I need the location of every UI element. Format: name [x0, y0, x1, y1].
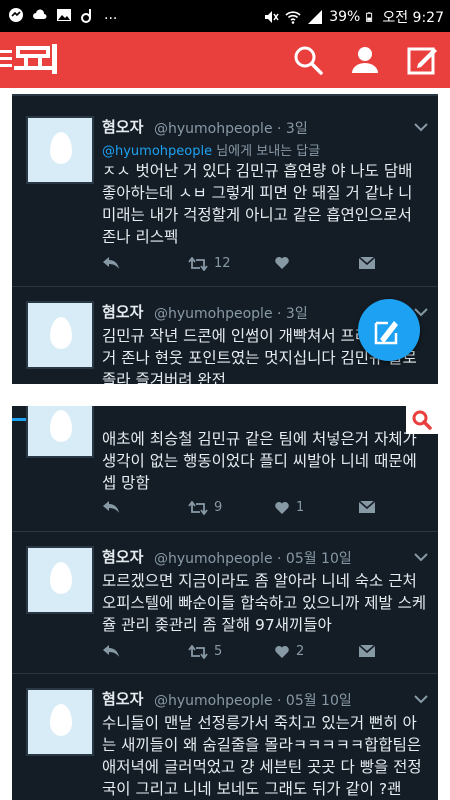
tweet[interactable]: 애초에 최승철 김민규 같은 팀에 처넣은거 자체가 생각이 없는 행동이었다 … — [12, 406, 438, 531]
chevron-down-icon[interactable] — [414, 552, 428, 562]
reply-mention[interactable]: @hyumohpeople — [102, 144, 212, 159]
reply-icon — [103, 645, 119, 657]
dm-action[interactable] — [358, 500, 376, 514]
search-badge[interactable] — [406, 406, 438, 434]
tweet-text: 애초에 최승철 김민규 같은 팀에 처넣은거 자체가 생각이 없는 행동이었다 … — [102, 430, 417, 492]
retweet-action[interactable]: 9 — [188, 500, 222, 515]
display-name[interactable]: 혐오자 — [102, 116, 143, 137]
search-icon — [412, 410, 432, 430]
avatar[interactable] — [26, 406, 94, 458]
retweet-action[interactable]: 5 — [188, 644, 222, 659]
tweet-screenshot-2: 애초에 최승철 김민규 같은 팀에 처넣은거 자체가 생각이 없는 행동이었다 … — [12, 406, 438, 800]
retweet-count: 9 — [214, 500, 223, 515]
tweet-text: ㅈㅅ 벗어난 거 있다 김민규 흡연량 야 나도 담배 좋아하는데 ㅅㅂ 그렇게… — [102, 162, 413, 246]
heart-icon — [275, 645, 289, 658]
cloud-icon — [33, 9, 47, 19]
dm-action[interactable] — [358, 644, 376, 658]
reply-action[interactable] — [102, 500, 120, 514]
handle-and-time: @hyumohpeople · 3일 — [154, 306, 308, 322]
like-action[interactable]: 2 — [274, 644, 304, 659]
battery-percent: 39% — [329, 9, 361, 25]
egg-avatar-icon — [50, 317, 72, 349]
envelope-icon — [358, 644, 376, 657]
retweet-icon — [188, 644, 208, 659]
avatar[interactable] — [26, 688, 94, 756]
search-icon[interactable] — [292, 44, 324, 76]
music-icon — [81, 9, 91, 23]
avatar[interactable] — [26, 546, 94, 614]
wifi-icon — [285, 11, 301, 24]
reply-action[interactable] — [102, 256, 120, 270]
egg-avatar-icon — [50, 410, 72, 442]
reply-icon — [103, 257, 119, 269]
image-icon — [57, 9, 71, 21]
handle-and-time: @hyumohpeople · 3일 — [154, 121, 308, 137]
envelope-icon — [358, 500, 376, 513]
profile-icon[interactable] — [349, 44, 381, 76]
avatar[interactable] — [26, 301, 94, 369]
heart-icon — [275, 501, 289, 514]
retweet-count: 12 — [214, 256, 231, 271]
envelope-icon — [358, 256, 376, 269]
tweet[interactable]: 혐오자 @hyumohpeople · 05월 10일 모르겠으면 지금이라도 … — [12, 531, 438, 673]
signal-icon — [308, 10, 323, 24]
tweet-text: 모르겠으면 지금이라도 좀 알아라 니네 숙소 근처 오피스텔에 빠순이들 합숙… — [102, 572, 427, 634]
avatar[interactable] — [26, 116, 94, 184]
mute-icon — [265, 11, 279, 23]
like-count: 2 — [296, 644, 305, 659]
egg-avatar-icon — [50, 704, 72, 736]
status-dots: ... — [104, 7, 118, 23]
display-name[interactable]: 혐오자 — [102, 688, 143, 709]
like-count: 1 — [296, 500, 305, 515]
reply-to-line: @hyumohpeople 님에게 보내는 답글 — [102, 140, 320, 159]
battery-icon — [366, 12, 373, 22]
tweet[interactable]: 혐오자 @hyumohpeople · 3일 @hyumohpeople 님에게… — [12, 94, 438, 286]
dm-action[interactable] — [358, 256, 376, 270]
retweet-icon — [188, 256, 208, 271]
handle-and-time: @hyumohpeople · 05월 10일 — [154, 693, 352, 709]
reply-action[interactable] — [102, 644, 120, 658]
tweet-actions: 9 1 — [102, 500, 402, 520]
tweet-actions: 12 — [102, 256, 402, 276]
app-logo[interactable] — [0, 40, 60, 80]
tweet[interactable]: 혐오자 @hyumohpeople · 05월 10일 수니들이 맨날 선정릉가… — [12, 673, 438, 800]
egg-avatar-icon — [50, 132, 72, 164]
chevron-down-icon[interactable] — [414, 122, 428, 132]
heart-icon — [275, 257, 289, 269]
compose-icon[interactable] — [406, 44, 438, 76]
egg-avatar-icon — [50, 562, 72, 594]
compose-tweet-button[interactable] — [358, 299, 420, 361]
reply-suffix: 님에게 보내는 답글 — [212, 144, 321, 159]
like-action[interactable]: 1 — [274, 500, 304, 515]
status-bar: ... 39% 오전 9:27 — [0, 0, 450, 32]
display-name[interactable]: 혐오자 — [102, 301, 143, 322]
app-bar — [0, 32, 450, 88]
tweet-text: 수니들이 맨날 선정릉가서 죽치고 있는거 뻔히 아는 새끼들이 왜 숨길줄을 … — [102, 714, 422, 798]
retweet-count: 5 — [214, 644, 223, 659]
clock: 오전 9:27 — [382, 10, 444, 26]
messenger-icon — [9, 8, 23, 22]
retweet-icon — [188, 500, 208, 515]
reply-icon — [103, 501, 119, 513]
handle-and-time: @hyumohpeople · 05월 10일 — [154, 551, 352, 567]
like-action[interactable] — [274, 256, 290, 270]
retweet-action[interactable]: 12 — [188, 256, 231, 271]
quill-icon — [374, 321, 398, 345]
display-name[interactable]: 혐오자 — [102, 546, 143, 567]
chevron-down-icon[interactable] — [414, 694, 428, 704]
tweet-actions: 5 2 — [102, 644, 402, 664]
